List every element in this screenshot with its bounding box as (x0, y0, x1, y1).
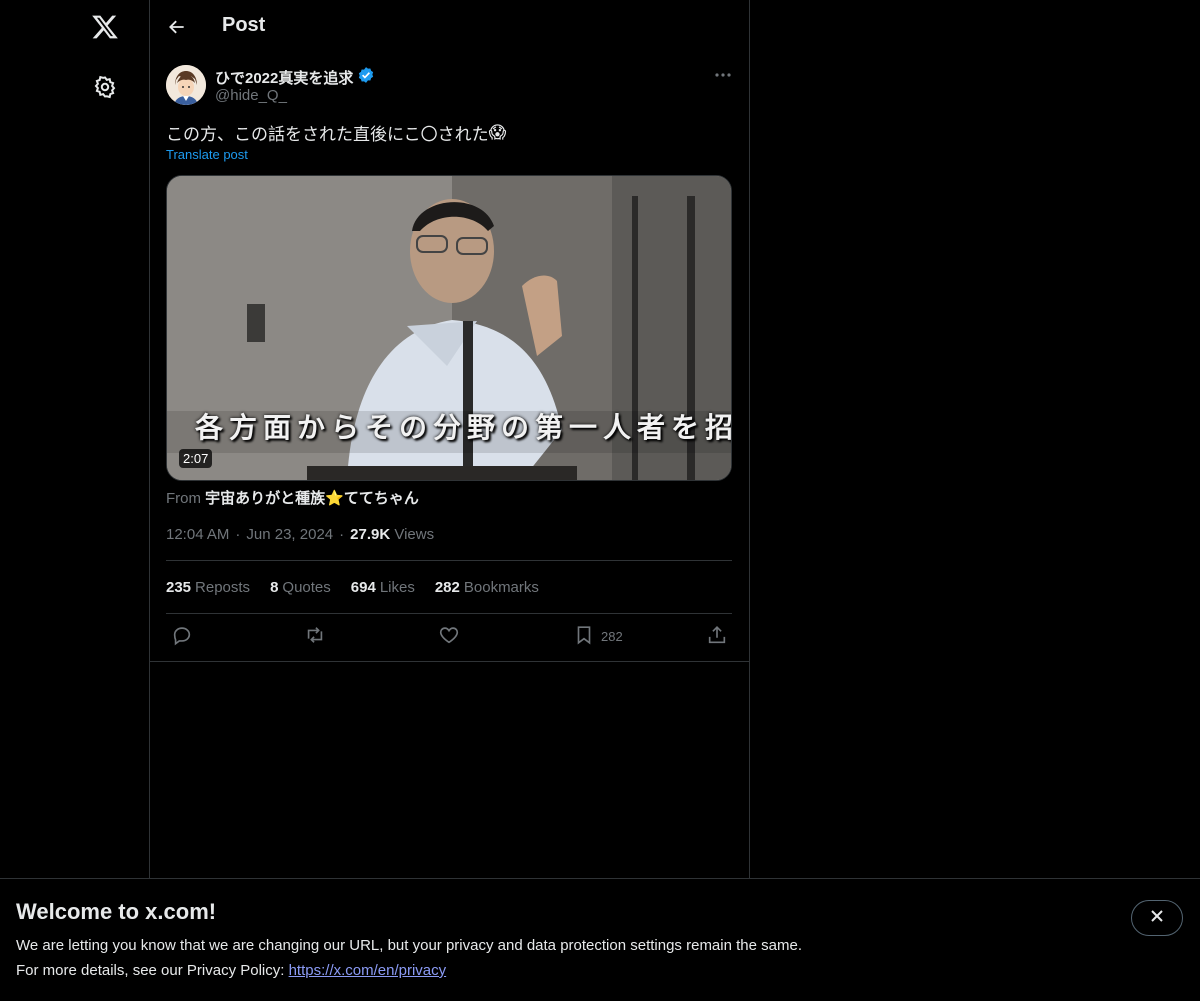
from-attribution: From 宇宙ありがと種族⭐ててちゃん (166, 490, 419, 507)
repost-button[interactable] (304, 624, 326, 649)
divider (150, 661, 749, 662)
meta-separator: · (235, 526, 241, 543)
page-title: Post (222, 14, 266, 36)
more-options-icon[interactable] (710, 64, 736, 86)
banner-privacy-line: For more details, see our Privacy Policy… (16, 962, 447, 979)
post-meta: 12:04 AM · Jun 23, 2024 · 27.9K Views (166, 526, 434, 543)
translate-post-link[interactable]: Translate post (166, 147, 248, 162)
stat-reposts[interactable]: 235 Reposts (166, 579, 250, 596)
views-count: 27.9K (350, 526, 391, 543)
post-stats: 235 Reposts 8 Quotes 694 Likes 282 Bookmarks (166, 579, 539, 596)
avatar[interactable] (166, 65, 206, 105)
post-text: この方、この話をされた直後にこ〇された 😱 (166, 122, 507, 145)
verified-badge-icon (357, 66, 375, 88)
video-player[interactable]: 各方面からその分野の第一人者を招 2:07 (166, 175, 732, 481)
left-nav (0, 0, 149, 1000)
video-caption-overlay: 各方面からその分野の第一人者を招 (194, 411, 732, 444)
video-duration-badge: 2:07 (179, 449, 213, 468)
arrow-left-icon[interactable] (164, 14, 190, 40)
stat-likes[interactable]: 694 Likes (351, 579, 415, 596)
divider (166, 613, 732, 614)
author-handle[interactable]: @hide_Q_ (215, 87, 287, 104)
url-change-banner: Welcome to x.com! We are letting you kno… (0, 878, 1200, 1001)
banner-message: We are letting you know that we are chan… (16, 937, 802, 954)
from-source-link[interactable]: 宇宙ありがと種族⭐ててちゃん (205, 490, 419, 507)
bookmark-button[interactable]: 282 (573, 624, 623, 649)
author-name[interactable]: ひで2022真実を追求 (215, 66, 375, 88)
repost-icon (304, 624, 326, 649)
divider (166, 560, 732, 561)
gear-icon[interactable] (91, 73, 119, 101)
stat-quotes[interactable]: 8 Quotes (270, 579, 331, 596)
bookmark-icon (573, 624, 595, 649)
share-button[interactable] (706, 624, 728, 649)
meta-separator: · (339, 526, 345, 543)
post-date[interactable]: Jun 23, 2024 (246, 526, 333, 543)
reply-icon (171, 624, 193, 649)
stat-bookmarks[interactable]: 282 Bookmarks (435, 579, 539, 596)
reply-button[interactable] (171, 624, 193, 649)
privacy-policy-link[interactable]: https://x.com/en/privacy (289, 962, 447, 979)
banner-heading: Welcome to x.com! (16, 899, 217, 924)
header: Post (150, 0, 749, 53)
close-banner-button[interactable] (1131, 900, 1183, 936)
bookmark-count: 282 (601, 629, 623, 644)
screaming-face-emoji: 😱 (488, 122, 507, 142)
like-button[interactable] (438, 624, 460, 649)
share-icon (706, 624, 728, 649)
x-logo-icon[interactable] (88, 10, 122, 44)
main-column: Post ひで2022真実を追求 @hide_Q_ この方、この話をされた直後に… (149, 0, 750, 878)
views-label: Views (394, 526, 435, 543)
heart-icon (438, 624, 460, 649)
post-time[interactable]: 12:04 AM (166, 526, 229, 543)
action-bar: 282 (150, 622, 749, 652)
close-icon (1149, 908, 1165, 929)
